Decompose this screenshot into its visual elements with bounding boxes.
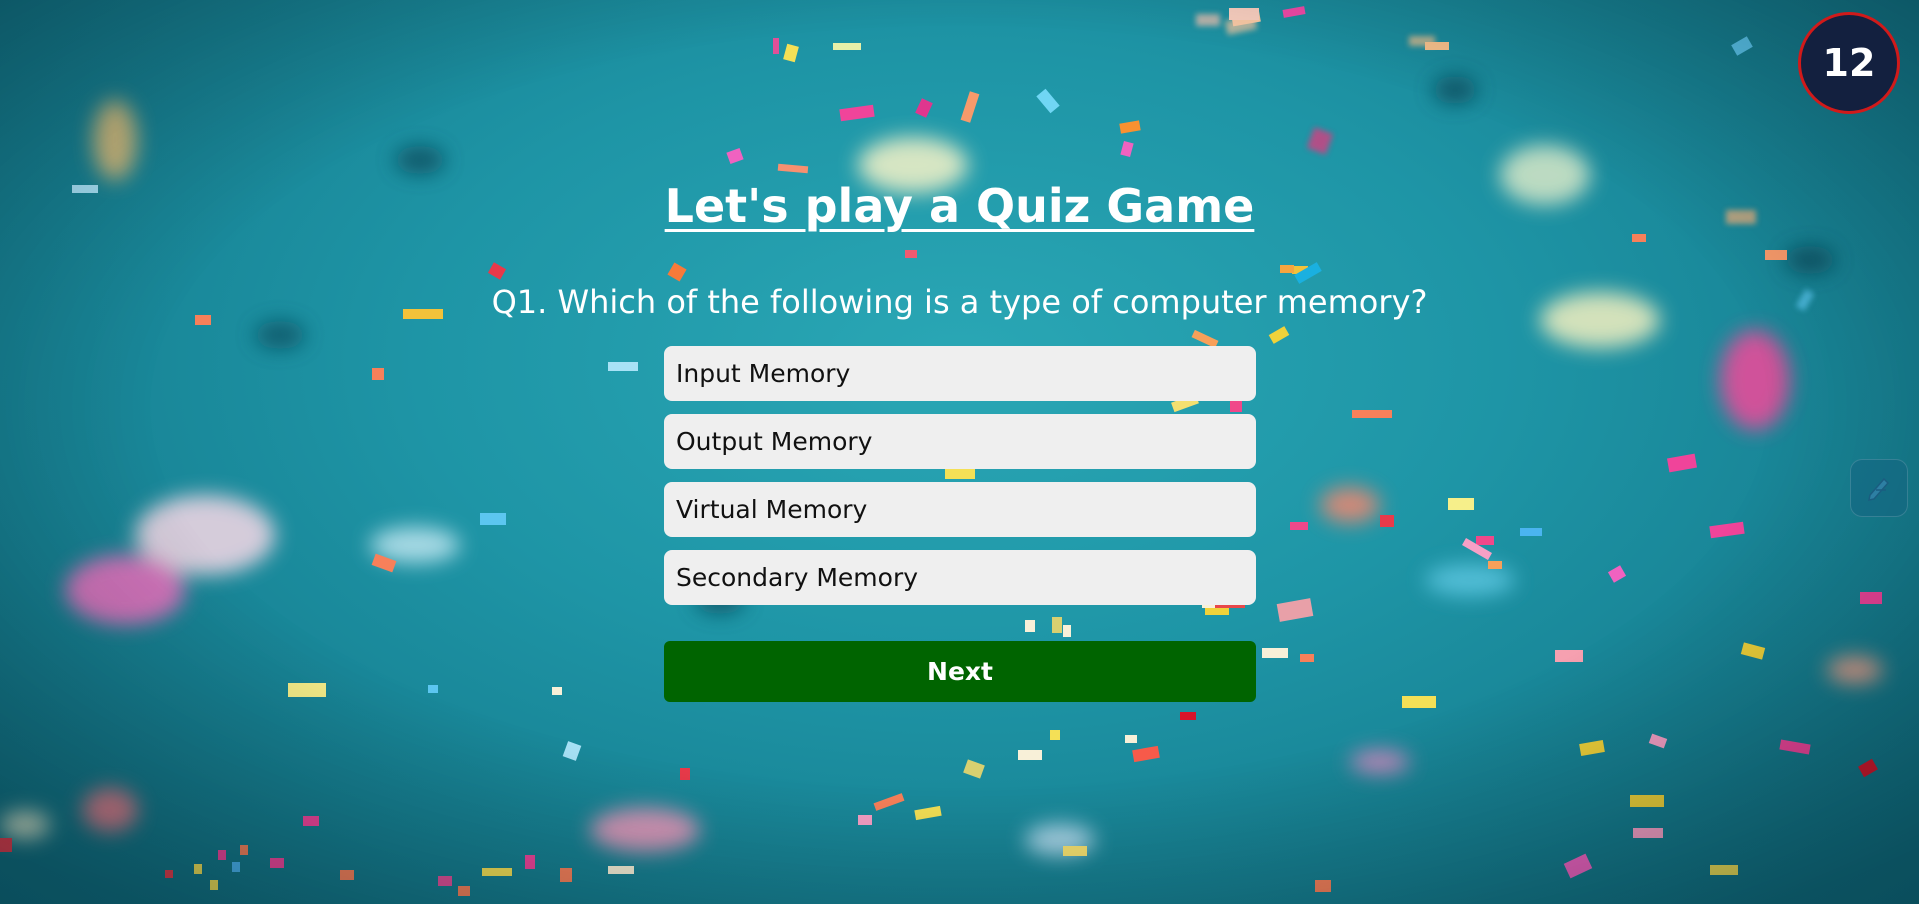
answer-option[interactable]: Secondary Memory (664, 550, 1256, 605)
side-widget-button[interactable] (1850, 459, 1908, 517)
pen-icon (1868, 477, 1890, 501)
answer-option[interactable]: Input Memory (664, 346, 1256, 401)
timer-badge: 12 (1798, 12, 1900, 114)
answer-option[interactable]: Output Memory (664, 414, 1256, 469)
answer-options: Input Memory Output Memory Virtual Memor… (664, 346, 1256, 618)
answer-option[interactable]: Virtual Memory (664, 482, 1256, 537)
page-title-text: Let's play a Quiz Game (664, 179, 1255, 233)
page-title: Let's play a Quiz Game (0, 178, 1919, 234)
next-button[interactable]: Next (664, 641, 1256, 702)
question-text: Q1. Which of the following is a type of … (491, 283, 1428, 321)
timer-value: 12 (1822, 41, 1876, 85)
